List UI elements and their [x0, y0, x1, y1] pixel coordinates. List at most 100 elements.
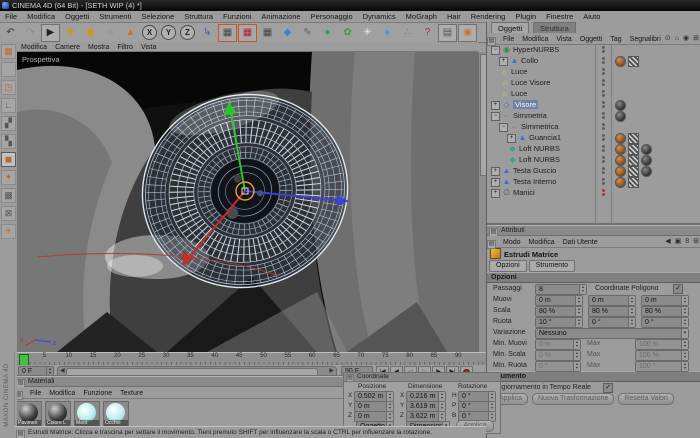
visibility-dots[interactable] — [599, 133, 607, 142]
panel-menu-icon[interactable]: ▤ — [487, 240, 496, 249]
menu-animazione[interactable]: Animazione — [256, 11, 305, 22]
edges-mode-icon[interactable]: ▚ — [1, 134, 16, 149]
vp-menu-camere[interactable]: Camere — [51, 43, 84, 52]
tree-expander-icon[interactable]: + — [507, 134, 516, 143]
title-bar[interactable]: CINEMA 4D (64 Bit) - [SETH WIP (4) *] — [0, 0, 700, 11]
isoline-icon[interactable]: ◉ — [458, 24, 477, 42]
move-tool-icon[interactable]: ✚ — [61, 24, 80, 42]
tree-expander-icon[interactable]: + — [491, 167, 500, 176]
menu-file[interactable]: File — [0, 11, 22, 22]
tree-expander-icon[interactable]: + — [491, 189, 500, 198]
attr-menu-modifica[interactable]: Modifica — [525, 237, 559, 248]
viewport-canvas[interactable]: xz — [17, 52, 478, 352]
menu-finestre[interactable]: Finestre — [541, 11, 578, 22]
realtime-checkbox[interactable]: ✓ — [603, 383, 613, 393]
snap-settings-icon[interactable]: ✳ — [1, 224, 16, 239]
vp-menu-filtro[interactable]: Filtro — [113, 43, 137, 52]
texture-axis-mode-icon[interactable]: ⊠ — [1, 206, 16, 221]
tree-item-testa-guscio[interactable]: +▲Testa Guscio — [487, 165, 700, 176]
search-icon[interactable]: ⊙ — [665, 35, 671, 42]
visibility-dots[interactable] — [599, 155, 607, 164]
menu-struttura[interactable]: Struttura — [179, 11, 218, 22]
menu-funzioni[interactable]: Funzioni — [218, 11, 256, 22]
visibility-dots[interactable] — [599, 89, 607, 98]
lock-icon[interactable]: ▣ — [675, 238, 682, 245]
visibility-dots[interactable] — [599, 122, 607, 131]
add-scene-icon[interactable]: ● — [378, 24, 397, 42]
tool-section-header[interactable]: Strumento — [487, 371, 700, 382]
redo-icon[interactable]: ↷ — [21, 24, 40, 42]
scale-tool-icon[interactable]: ▣ — [81, 24, 100, 42]
add-spline-icon[interactable]: ✎ — [298, 24, 317, 42]
tree-item-luce[interactable]: ☼Luce — [487, 66, 700, 77]
vp-menu-mostra[interactable]: Mostra — [84, 43, 113, 52]
visibility-dots[interactable] — [599, 67, 607, 76]
tree-item-luce-visore[interactable]: ☼Luce Visore — [487, 77, 700, 88]
menu-personaggio[interactable]: Personaggio — [306, 11, 358, 22]
menu-strumenti[interactable]: Strumenti — [94, 11, 136, 22]
tree-item-simmetrica[interactable]: −⇔Simmetrica — [487, 121, 700, 132]
viewport-view-label[interactable]: Prospettiva — [22, 55, 60, 64]
visibility-dots[interactable] — [599, 166, 607, 175]
add-nurbs-icon[interactable]: ● — [318, 24, 337, 42]
visibility-dots[interactable] — [599, 45, 607, 54]
add-modeling-icon[interactable]: ✿ — [338, 24, 357, 42]
workplane-icon[interactable]: ▤ — [438, 24, 457, 42]
lock-z-button[interactable]: Z — [180, 25, 195, 40]
tree-item-simmetria[interactable]: −⇔Simmetria — [487, 110, 700, 121]
lock-x-button[interactable]: X — [142, 25, 157, 40]
visibility-dots[interactable] — [599, 78, 607, 87]
visibility-dots[interactable] — [599, 188, 607, 197]
live-selection-icon[interactable]: ▶ — [41, 24, 60, 42]
mat-menu-funzione[interactable]: Funzione — [79, 388, 116, 399]
visibility-icon[interactable]: ◉ — [683, 35, 689, 42]
make-editable-icon[interactable]: ▦ — [1, 44, 16, 59]
panel-icon[interactable]: ▤ — [346, 374, 354, 382]
disabled-mode-icon[interactable]: ◌ — [1, 62, 16, 77]
history-icon[interactable]: 8 — [685, 238, 689, 245]
tree-item-collo[interactable]: +▲Collo — [487, 55, 700, 66]
vp-menu-modifica[interactable]: Modifica — [17, 43, 51, 52]
min-field[interactable]: 0 °▴▾ — [535, 361, 581, 372]
tree-item-hypernurbs[interactable]: −◉HyperNURBS — [487, 44, 700, 55]
menu-selezione[interactable]: Selezione — [136, 11, 179, 22]
coordinate-poligono-checkbox[interactable]: ✓ — [673, 284, 683, 294]
resetta-valori-button[interactable]: Resetta Valori — [618, 393, 673, 405]
points-mode-icon[interactable]: ▞ — [1, 116, 16, 131]
undo-icon[interactable]: ↶ — [1, 24, 20, 42]
tree-item-loft-nurbs[interactable]: ◆Loft NURBS — [487, 143, 700, 154]
texture-mode-icon[interactable]: ▩ — [1, 188, 16, 203]
tree-item-guancia1[interactable]: +▲Guancia1 — [487, 132, 700, 143]
expand-panel-icon[interactable]: ⊞ — [693, 35, 699, 42]
tree-item-manici[interactable]: +∅Manici — [487, 187, 700, 198]
visibility-dots[interactable] — [599, 111, 607, 120]
help-pointer-icon[interactable]: ? — [418, 24, 437, 42]
render-settings-icon[interactable]: ▦ — [258, 24, 277, 42]
polygons-mode-icon[interactable]: ◼ — [1, 152, 16, 167]
render-picture-icon[interactable]: ▦ — [238, 24, 257, 42]
tree-item-testa-interno[interactable]: +▲Testa Interno — [487, 176, 700, 187]
visibility-dots[interactable] — [599, 177, 607, 186]
options-section-header[interactable]: Opzioni — [487, 272, 700, 283]
tree-expander-icon[interactable]: − — [491, 112, 500, 121]
tree-item-loft-nurbs[interactable]: ◆Loft NURBS — [487, 154, 700, 165]
mat-menu-modifica[interactable]: Modifica — [45, 388, 79, 399]
timeline-ruler[interactable]: 51015202530354045505560657075808590 — [17, 352, 486, 366]
menu-plugin[interactable]: Plugin — [510, 11, 541, 22]
visibility-dots[interactable] — [599, 56, 607, 65]
tree-expander-icon[interactable]: + — [499, 57, 508, 66]
menu-dynamics[interactable]: Dynamics — [358, 11, 401, 22]
menu-mograph[interactable]: MoGraph — [401, 11, 442, 22]
nuova-trasformazione-button[interactable]: Nuova Trasformazione — [532, 393, 614, 405]
visibility-dots[interactable] — [599, 144, 607, 153]
mat-menu-file[interactable]: File — [26, 388, 45, 399]
attr-menu-dati-utente[interactable]: Dati Utente — [559, 237, 602, 248]
max-field[interactable]: 100 °▴▾ — [635, 361, 689, 372]
tree-expander-icon[interactable]: − — [491, 46, 500, 55]
menu-oggetti[interactable]: Oggetti — [60, 11, 94, 22]
material-thumb-maot[interactable]: Maot — [74, 401, 100, 427]
expand-panel-icon[interactable]: ⊞ — [693, 238, 699, 245]
menu-rendering[interactable]: Rendering — [466, 11, 511, 22]
vp-menu-vista[interactable]: Vista — [137, 43, 160, 52]
add-cube-icon[interactable]: ◆ — [278, 24, 297, 42]
